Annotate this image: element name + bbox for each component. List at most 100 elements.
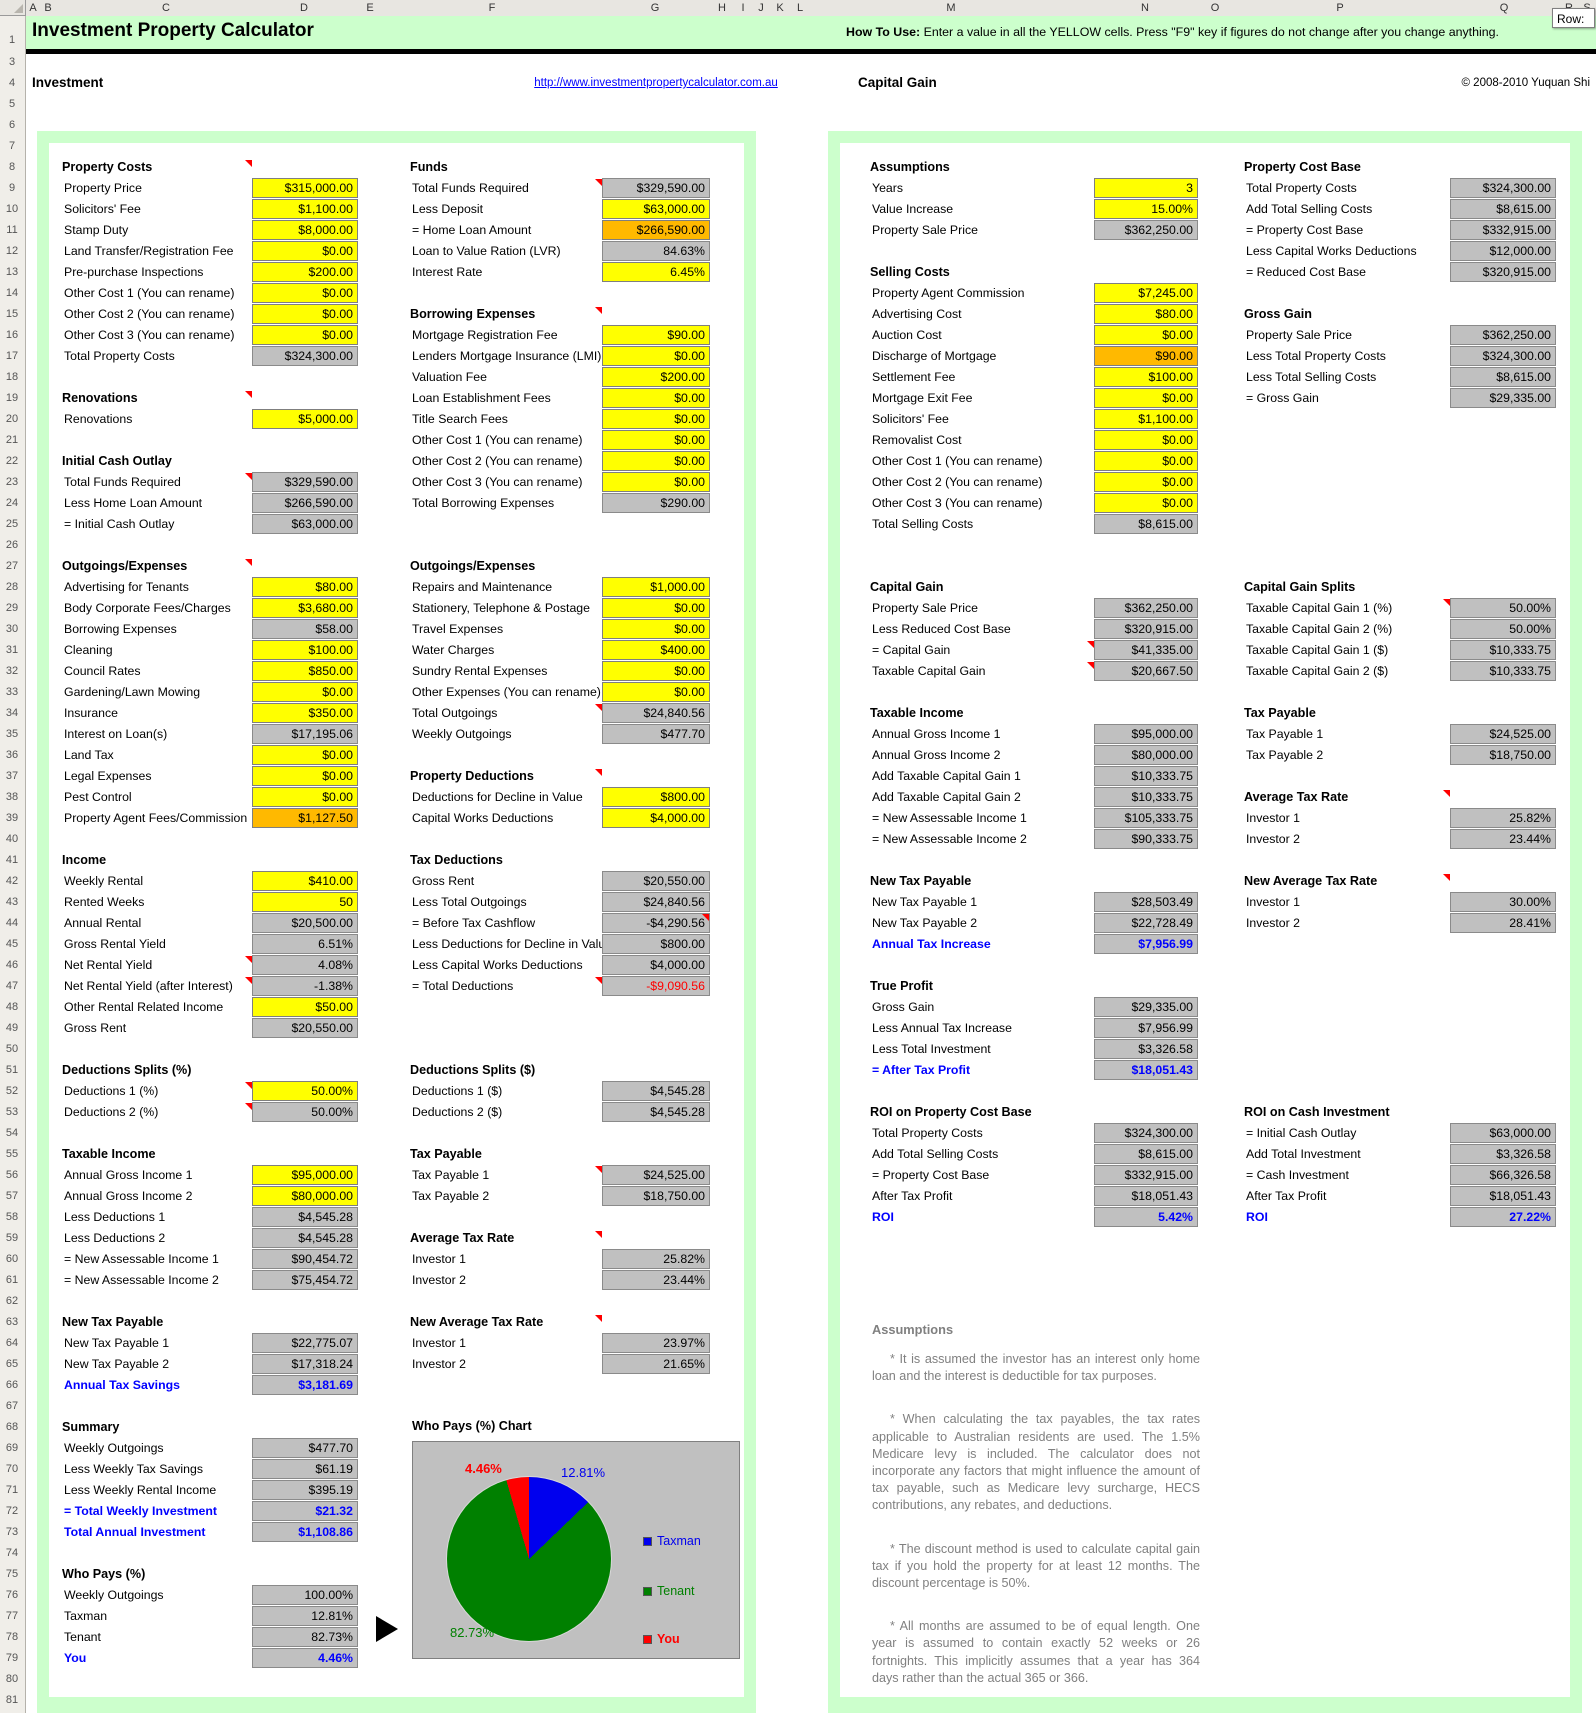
input-cell[interactable]: $0.00 (252, 304, 358, 324)
input-cell[interactable]: $95,000.00 (252, 1165, 358, 1185)
input-cell[interactable]: 50 (252, 892, 358, 912)
row-header-42[interactable]: 42 (0, 871, 24, 892)
row-header-26[interactable]: 26 (0, 535, 24, 556)
input-cell[interactable]: $410.00 (252, 871, 358, 891)
row-header-15[interactable]: 15 (0, 304, 24, 325)
input-cell[interactable]: $0.00 (252, 766, 358, 786)
row-header-55[interactable]: 55 (0, 1144, 24, 1165)
row-header-36[interactable]: 36 (0, 745, 24, 766)
input-cell[interactable]: $80.00 (252, 577, 358, 597)
input-cell[interactable]: $350.00 (252, 703, 358, 723)
row-header-17[interactable]: 17 (0, 346, 24, 367)
input-cell[interactable]: $0.00 (252, 283, 358, 303)
column-header-C[interactable]: C (162, 0, 170, 16)
row-header-8[interactable]: 8 (0, 157, 24, 178)
row-header-29[interactable]: 29 (0, 598, 24, 619)
column-header-F[interactable]: F (489, 0, 496, 16)
input-cell[interactable]: $0.00 (602, 472, 710, 492)
row-header-79[interactable]: 79 (0, 1648, 24, 1669)
input-cell[interactable]: $0.00 (602, 388, 710, 408)
input-cell[interactable]: $90.00 (1094, 346, 1198, 366)
input-cell[interactable]: $0.00 (602, 346, 710, 366)
input-cell[interactable]: $0.00 (602, 451, 710, 471)
website-link[interactable]: http://www.investmentpropertycalculator.… (534, 77, 778, 89)
input-cell[interactable]: $1,000.00 (602, 577, 710, 597)
row-header-38[interactable]: 38 (0, 787, 24, 808)
row-header-32[interactable]: 32 (0, 661, 24, 682)
row-header-20[interactable]: 20 (0, 409, 24, 430)
input-cell[interactable]: $315,000.00 (252, 178, 358, 198)
row-header-77[interactable]: 77 (0, 1606, 24, 1627)
row-header-46[interactable]: 46 (0, 955, 24, 976)
input-cell[interactable]: $0.00 (602, 619, 710, 639)
row-header-54[interactable]: 54 (0, 1123, 24, 1144)
input-cell[interactable]: $1,100.00 (1094, 409, 1198, 429)
input-cell[interactable]: $50.00 (252, 997, 358, 1017)
row-header-63[interactable]: 63 (0, 1312, 24, 1333)
row-header-75[interactable]: 75 (0, 1564, 24, 1585)
input-cell[interactable]: $8,000.00 (252, 220, 358, 240)
row-header-58[interactable]: 58 (0, 1207, 24, 1228)
row-header-62[interactable]: 62 (0, 1291, 24, 1312)
input-cell[interactable]: $0.00 (1094, 493, 1198, 513)
input-cell[interactable]: $80.00 (1094, 304, 1198, 324)
column-header-J[interactable]: J (758, 0, 764, 16)
row-header-43[interactable]: 43 (0, 892, 24, 913)
row-header-74[interactable]: 74 (0, 1543, 24, 1564)
input-cell[interactable]: $0.00 (1094, 388, 1198, 408)
input-cell[interactable]: $0.00 (1094, 430, 1198, 450)
input-cell[interactable]: $0.00 (252, 787, 358, 807)
input-cell[interactable]: $0.00 (252, 241, 358, 261)
row-header-14[interactable]: 14 (0, 283, 24, 304)
row-header-80[interactable]: 80 (0, 1669, 24, 1690)
row-header-65[interactable]: 65 (0, 1354, 24, 1375)
row-header-23[interactable]: 23 (0, 472, 24, 493)
row-header-3[interactable]: 3 (0, 52, 24, 73)
row-header-56[interactable]: 56 (0, 1165, 24, 1186)
row-header-59[interactable]: 59 (0, 1228, 24, 1249)
row-header-61[interactable]: 61 (0, 1270, 24, 1291)
row-header-4[interactable]: 4 (0, 73, 24, 94)
row-header-24[interactable]: 24 (0, 493, 24, 514)
column-header-E[interactable]: E (366, 0, 373, 16)
row-header-57[interactable]: 57 (0, 1186, 24, 1207)
input-cell[interactable]: $0.00 (602, 598, 710, 618)
row-header-31[interactable]: 31 (0, 640, 24, 661)
input-cell[interactable]: 3 (1094, 178, 1198, 198)
input-cell[interactable]: $0.00 (252, 682, 358, 702)
row-header-66[interactable]: 66 (0, 1375, 24, 1396)
column-header-I[interactable]: I (741, 0, 744, 16)
row-header-18[interactable]: 18 (0, 367, 24, 388)
row-header-81[interactable]: 81 (0, 1690, 24, 1711)
input-cell[interactable]: $3,680.00 (252, 598, 358, 618)
row-header-11[interactable]: 11 (0, 220, 24, 241)
row-header-51[interactable]: 51 (0, 1060, 24, 1081)
input-cell[interactable]: $850.00 (252, 661, 358, 681)
input-cell[interactable]: $0.00 (602, 661, 710, 681)
column-header-O[interactable]: O (1211, 0, 1220, 16)
row-header-19[interactable]: 19 (0, 388, 24, 409)
row-header-25[interactable]: 25 (0, 514, 24, 535)
input-cell[interactable]: $800.00 (602, 787, 710, 807)
column-header-G[interactable]: G (651, 0, 660, 16)
input-cell[interactable]: $200.00 (252, 262, 358, 282)
row-header-70[interactable]: 70 (0, 1459, 24, 1480)
row-header-12[interactable]: 12 (0, 241, 24, 262)
row-header-52[interactable]: 52 (0, 1081, 24, 1102)
row-header-35[interactable]: 35 (0, 724, 24, 745)
input-cell[interactable]: 6.45% (602, 262, 710, 282)
input-cell[interactable]: $4,000.00 (602, 808, 710, 828)
row-header-27[interactable]: 27 (0, 556, 24, 577)
row-header-73[interactable]: 73 (0, 1522, 24, 1543)
input-cell[interactable]: $200.00 (602, 367, 710, 387)
row-header-45[interactable]: 45 (0, 934, 24, 955)
column-header-L[interactable]: L (797, 0, 803, 16)
row-header-64[interactable]: 64 (0, 1333, 24, 1354)
input-cell[interactable]: $0.00 (1094, 325, 1198, 345)
input-cell[interactable]: $100.00 (1094, 367, 1198, 387)
row-header-16[interactable]: 16 (0, 325, 24, 346)
row-header-48[interactable]: 48 (0, 997, 24, 1018)
row-header-69[interactable]: 69 (0, 1438, 24, 1459)
input-cell[interactable]: $0.00 (602, 430, 710, 450)
input-cell[interactable]: $80,000.00 (252, 1186, 358, 1206)
